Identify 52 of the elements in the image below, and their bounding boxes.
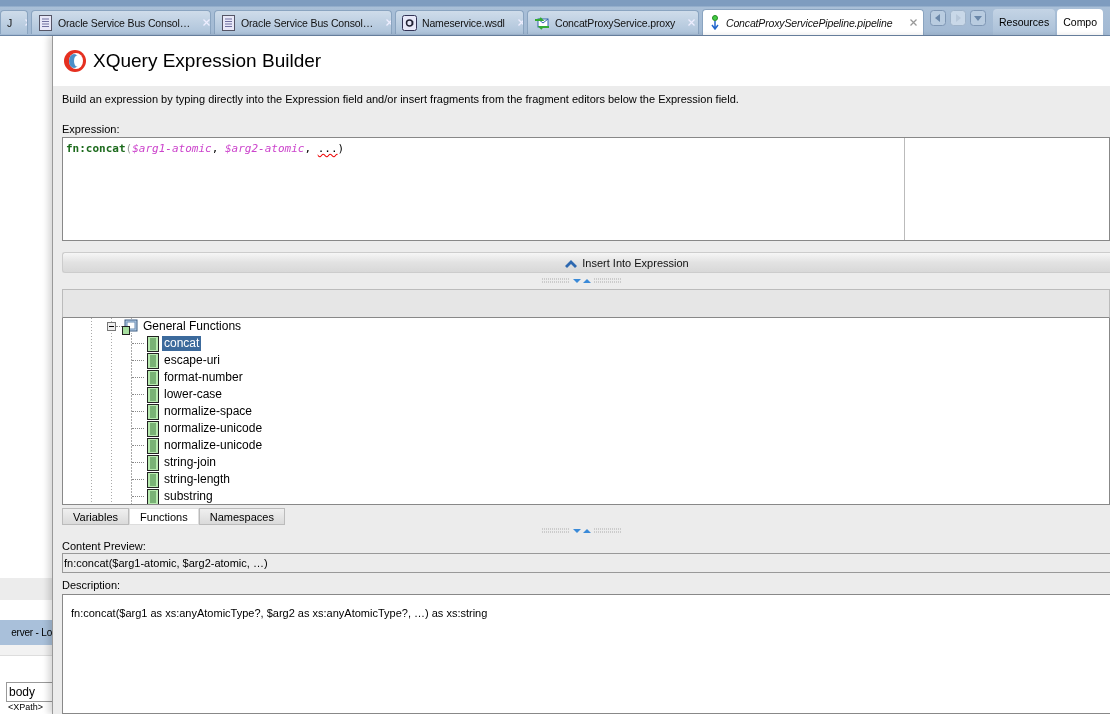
field-label: Expression:: [62, 123, 120, 135]
dialog-title: XQuery Expression Builder: [93, 50, 322, 72]
expression-editor[interactable]: fn:concat($arg1-atomic, $arg2-atomic, ...): [62, 137, 1110, 241]
tree-item[interactable]: string-length: [162, 472, 233, 487]
collapse-icon[interactable]: [107, 322, 116, 331]
editor-tab[interactable]: ConcatProxyService.proxy: [527, 10, 699, 34]
envelope-arrows-icon: [534, 14, 550, 31]
function-icon: [147, 420, 159, 437]
tree-item[interactable]: escape-uri: [162, 353, 223, 368]
preview-field: fn:concat($arg1-atomic, $arg2-atomic, …): [62, 553, 1110, 573]
xpath-label: <XPath>: [8, 702, 45, 712]
field-label: Description:: [62, 579, 121, 591]
function-icon: [147, 437, 159, 454]
tree-item[interactable]: substring: [162, 489, 215, 504]
editor-tab[interactable]: Oracle Service Bus Consol…: [31, 10, 211, 34]
splitter-handle[interactable]: [541, 277, 622, 285]
editor-tab[interactable]: Oracle Service Bus Consol…: [214, 10, 392, 34]
panel-tab[interactable]: Resources: [993, 9, 1056, 35]
function-icon: [147, 369, 159, 386]
field-label: Content Preview:: [62, 540, 146, 552]
document-icon: [221, 14, 236, 31]
function-icon: [147, 488, 159, 504]
document-icon: [38, 14, 53, 31]
function-icon: [147, 386, 159, 403]
dropdown-icon[interactable]: [970, 9, 986, 26]
function-icon: [147, 454, 159, 471]
tree-item[interactable]: concat: [162, 336, 202, 351]
tree-item[interactable]: normalize-space: [162, 404, 255, 419]
insert-button[interactable]: Insert Into Expression: [62, 252, 1110, 273]
tab[interactable]: Variables: [62, 508, 130, 525]
function-icon: [147, 352, 159, 369]
tree-item[interactable]: format-number: [162, 370, 245, 385]
logo-icon: [63, 49, 87, 73]
function-icon: [147, 335, 159, 352]
tree-item[interactable]: normalize-unicode: [162, 421, 265, 436]
tree-item[interactable]: General Functions: [141, 319, 244, 334]
panel-tab[interactable]: Compo: [1057, 9, 1104, 35]
function-icon: [147, 403, 159, 420]
editor-tab[interactable]: ConcatProxyServicePipeline.pipeline: [702, 9, 924, 35]
editor-tab[interactable]: J: [0, 10, 28, 34]
tree-item[interactable]: normalize-unicode: [162, 438, 265, 453]
editor-tab[interactable]: Nameservice.wsdl: [395, 10, 524, 34]
flow-icon: [709, 14, 721, 31]
tab[interactable]: Namespaces: [198, 508, 285, 525]
tree-item[interactable]: lower-case: [162, 387, 225, 402]
function-icon: [147, 471, 159, 488]
panel-tab[interactable]: erver - Lo: [0, 620, 52, 645]
tab[interactable]: Functions: [129, 508, 199, 525]
splitter-handle[interactable]: [541, 527, 622, 535]
description-text: fn:concat($arg1 as xs:anyAtomicType?, $arg2 as xs:anyAtomicType?, …) as xs:string: [71, 607, 488, 619]
tree-item[interactable]: string-join: [162, 455, 219, 470]
instructions-text: Build an expression by typing directly into the Expression field and/or insert fragments from the fragment editors below the Expression field.: [62, 93, 740, 107]
